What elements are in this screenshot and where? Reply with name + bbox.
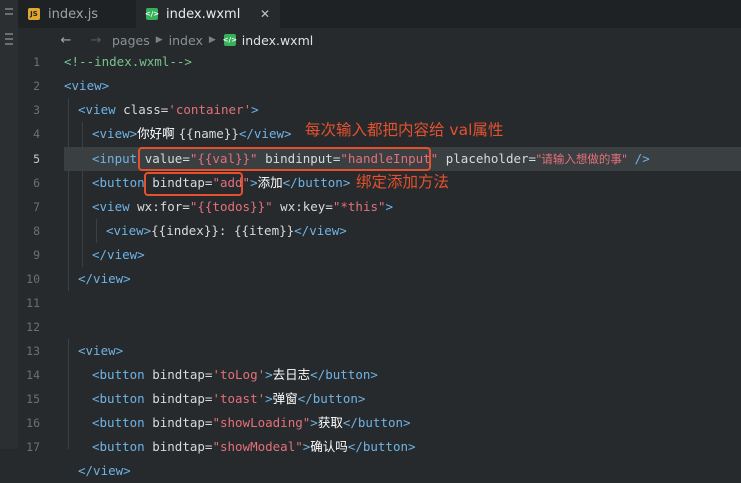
wxml-file-icon: </> [144,8,160,20]
indent-guide [68,98,69,291]
line-number: 1 [33,55,40,69]
code-line: <view> [78,343,124,358]
input-annotation: 每次输入都把内容给 val属性 [305,121,504,139]
code-line: <!--index.wxml--> [64,54,192,69]
line-number: 5 [33,152,40,166]
code-line: </view> [78,271,131,286]
code-line: <view> [64,78,110,93]
chevron-right-icon: ▶ [208,35,216,45]
menu-icon-line [5,43,13,45]
back-arrow-icon[interactable]: ← [56,33,76,48]
line-number: 7 [33,200,40,214]
line-number: 8 [33,224,40,238]
code-line: </view> [92,247,145,262]
line-number: 11 [26,296,40,310]
code-editor[interactable]: 1 2 3 4 5 6 7 8 9 10 11 12 13 14 15 16 1… [18,50,741,478]
line-number: 3 [33,103,40,117]
activity-bar [0,0,18,449]
code-line: <button bindtap="showLoading">获取</button… [92,415,411,430]
tab-index-js[interactable]: JS index.js [18,0,136,28]
code-line: <view>{{index}}: {{item}}</view> [106,223,347,238]
code-line: <button bindtap="showModeal">确认吗</button… [92,439,416,454]
line-number: 4 [33,127,40,141]
line-number: 12 [26,320,40,334]
code-line: <button bindtap='toast'>弹窗</button> [92,391,366,406]
explorer-icon-line [5,13,13,15]
js-file-icon: JS [28,8,40,20]
code-line: <view wx:for="{{todos}}" wx:key="*this"> [92,199,394,214]
indent-guide [96,219,97,243]
code-line: <view class='container'> [78,102,259,117]
breadcrumb: ← → pages ▶ index ▶ </> index.wxml [18,28,741,52]
breadcrumb-item[interactable]: index [169,33,203,48]
tab-index-wxml[interactable]: </> index.wxml ✕ [136,0,280,28]
line-number: 9 [33,248,40,262]
line-number: 15 [26,392,40,406]
button-annotation: 绑定添加方法 [356,173,450,191]
breadcrumb-item[interactable]: pages [112,33,150,48]
menu-icon-line [5,38,13,40]
chevron-right-icon: ▶ [155,35,163,45]
forward-arrow-icon[interactable]: → [86,33,106,48]
menu-icon[interactable] [5,33,13,35]
code-line: <button bindtap='toLog'>去日志</button> [92,367,378,382]
line-number: 13 [26,344,40,358]
close-icon[interactable]: ✕ [260,7,270,21]
code-line: <view>你好啊 {{name}}</view> [92,126,292,141]
breadcrumb-item[interactable]: index.wxml [242,33,313,48]
line-number: 17 [26,440,40,454]
bindtap-highlight-box [144,172,243,196]
input-binding-highlight-box [138,147,431,171]
line-number: 6 [33,176,40,190]
tab-label: index.js [48,6,99,22]
line-number: 2 [33,79,40,93]
line-number: 16 [26,416,40,430]
code-line: </view> [78,463,131,478]
indent-guide [82,122,83,267]
line-number: 10 [26,272,40,286]
editor-tab-bar: JS index.js </> index.wxml ✕ [18,0,741,28]
tab-label: index.wxml [166,6,241,22]
line-number: 14 [26,368,40,382]
indent-guide [68,339,69,449]
wxml-file-icon: </> [222,34,237,46]
explorer-icon[interactable] [5,8,13,10]
